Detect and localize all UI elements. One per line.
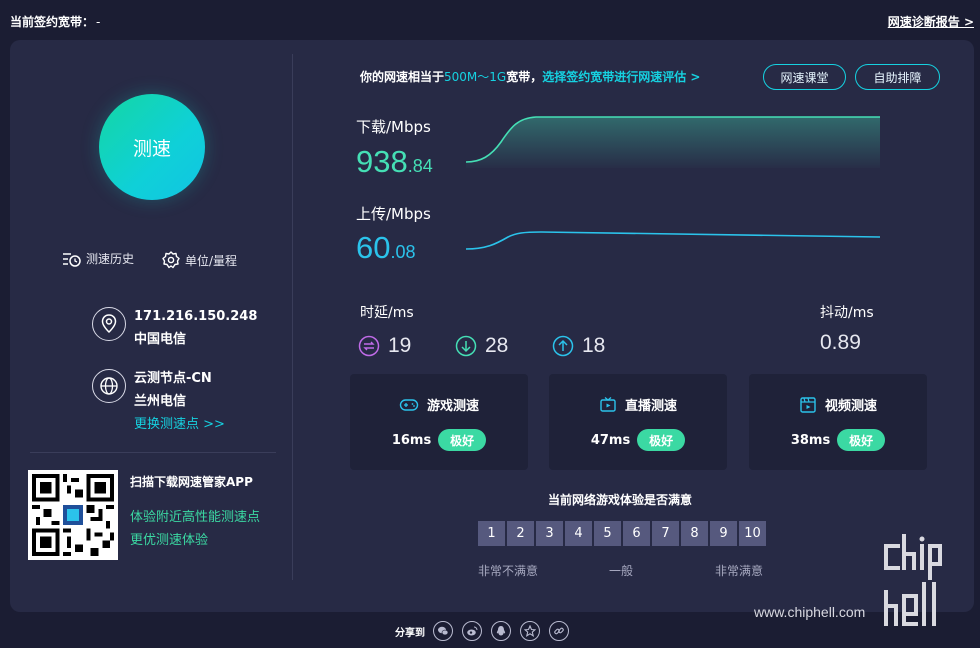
- film-icon: [800, 396, 816, 413]
- scale-label-high: 非常满意: [715, 564, 764, 578]
- weibo-icon[interactable]: [462, 621, 482, 641]
- rating-4[interactable]: 4: [565, 521, 592, 546]
- gear-icon: [162, 251, 180, 269]
- game-test-badge: 极好: [438, 429, 487, 451]
- history-button[interactable]: 测速历史: [62, 250, 134, 267]
- globe-icon: [92, 369, 126, 403]
- video-test-title: 视频测速: [824, 399, 877, 414]
- satisfaction-scale: 1 2 3 4 5 6 7 8 9 10: [478, 521, 768, 546]
- ip-address: 171.216.150.248: [134, 309, 258, 324]
- qzone-icon[interactable]: [520, 621, 540, 641]
- latency-upload: 18: [552, 334, 605, 358]
- diagnosis-report-link[interactable]: 网速诊断报告 >: [888, 13, 974, 30]
- unit-range-button[interactable]: 单位/量程: [161, 250, 237, 270]
- rating-8[interactable]: 8: [681, 521, 708, 546]
- equiv-suffix: 宽带，: [506, 70, 543, 84]
- game-test-card[interactable]: 游戏测速 16ms 极好: [350, 374, 528, 470]
- upload-int: 60: [356, 230, 391, 265]
- rating-7[interactable]: 7: [652, 521, 679, 546]
- rating-6[interactable]: 6: [623, 521, 650, 546]
- unit-label: 单位/量程: [185, 253, 238, 268]
- rating-10[interactable]: 10: [739, 521, 766, 546]
- isp-name: 中国电信: [134, 332, 187, 347]
- rating-3[interactable]: 3: [536, 521, 563, 546]
- qr-promo-line1: 体验附近高性能测速点: [130, 510, 261, 525]
- link-icon[interactable]: [549, 621, 569, 641]
- upload-value: 60.08: [356, 230, 416, 266]
- contract-value: -: [96, 15, 101, 29]
- equiv-prefix: 你的网速相当于: [360, 70, 445, 84]
- self-troubleshoot-button[interactable]: 自助排障: [855, 64, 940, 90]
- rating-1[interactable]: 1: [478, 521, 505, 546]
- contract-label: 当前签约宽带：: [10, 15, 95, 29]
- satisfaction-question: 当前网络游戏体验是否满意: [548, 493, 693, 507]
- live-test-title: 直播测速: [624, 399, 677, 414]
- jitter-label: 抖动/ms: [820, 305, 874, 321]
- history-icon: [63, 252, 81, 267]
- upload-label: 上传/Mbps: [356, 205, 431, 223]
- game-test-title: 游戏测速: [426, 399, 479, 414]
- share-bar: 分享到: [395, 621, 578, 641]
- arrow-down-icon: [455, 335, 477, 357]
- game-test-latency: 16ms: [391, 432, 432, 448]
- watermark-url: www.chiphell.com: [754, 604, 866, 620]
- qr-title: 扫描下载网速管家APP: [130, 475, 253, 489]
- qr-promo-line2: 更优测速体验: [130, 533, 209, 548]
- qq-icon[interactable]: [491, 621, 511, 641]
- live-test-latency: 47ms: [590, 432, 631, 448]
- latency-ping: 19: [358, 334, 411, 358]
- latency-ping-value: 19: [388, 334, 412, 357]
- share-label: 分享到: [395, 627, 425, 639]
- live-test-badge: 极好: [637, 429, 686, 451]
- left-divider: [30, 452, 276, 453]
- test-node-info: 云测节点-CN 兰州电信 更换测速点 >>: [92, 367, 225, 436]
- rating-9[interactable]: 9: [710, 521, 737, 546]
- download-graph: [466, 116, 880, 168]
- ping-exchange-icon: [358, 335, 380, 357]
- latency-label: 时延/ms: [360, 305, 414, 321]
- node-name: 云测节点-CN: [134, 371, 212, 386]
- history-label: 测速历史: [86, 252, 135, 266]
- ip-info: 171.216.150.248 中国电信: [92, 305, 257, 351]
- chiphell-logo: [884, 534, 942, 626]
- speed-equivalence-text: 你的网速相当于500M～1G宽带，选择签约宽带进行网速评估 >: [360, 68, 700, 85]
- change-node-link[interactable]: 更换测速点 >>: [134, 413, 225, 436]
- video-test-badge: 极好: [837, 429, 886, 451]
- download-dec: .84: [407, 156, 433, 176]
- speed-lesson-button[interactable]: 网速课堂: [763, 64, 846, 90]
- contract-info: 当前签约宽带： -: [10, 13, 100, 30]
- node-city: 兰州电信: [134, 394, 187, 409]
- gamepad-icon: [399, 398, 419, 411]
- download-label: 下载/Mbps: [356, 118, 431, 136]
- location-pin-icon: [92, 307, 126, 341]
- live-test-card[interactable]: 直播测速 47ms 极好: [549, 374, 727, 470]
- rating-2[interactable]: 2: [507, 521, 534, 546]
- download-value: 938.84: [356, 144, 433, 180]
- app-qr-code: [28, 470, 118, 560]
- top-bar: 当前签约宽带： - 网速诊断报告 >: [0, 0, 980, 40]
- latency-download: 28: [455, 334, 508, 358]
- equiv-range: 500M～1G: [444, 70, 507, 84]
- video-test-latency: 38ms: [790, 432, 831, 448]
- jitter-value: 0.89: [820, 331, 861, 354]
- scale-label-mid: 一般: [609, 564, 634, 578]
- start-speed-test-button[interactable]: 测速: [99, 94, 205, 200]
- latency-upload-value: 18: [582, 334, 606, 357]
- vertical-divider: [292, 54, 293, 580]
- download-int: 938: [356, 144, 408, 179]
- broadband-evaluation-link[interactable]: 选择签约宽带进行网速评估 >: [542, 70, 700, 84]
- arrow-up-icon: [552, 335, 574, 357]
- wechat-icon[interactable]: [433, 621, 453, 641]
- rating-5[interactable]: 5: [594, 521, 621, 546]
- video-test-card[interactable]: 视频测速 38ms 极好: [749, 374, 927, 470]
- tv-icon: [600, 396, 616, 412]
- latency-download-value: 28: [485, 334, 509, 357]
- scale-label-low: 非常不满意: [478, 564, 539, 578]
- upload-graph: [466, 231, 881, 250]
- upload-dec: .08: [390, 242, 416, 262]
